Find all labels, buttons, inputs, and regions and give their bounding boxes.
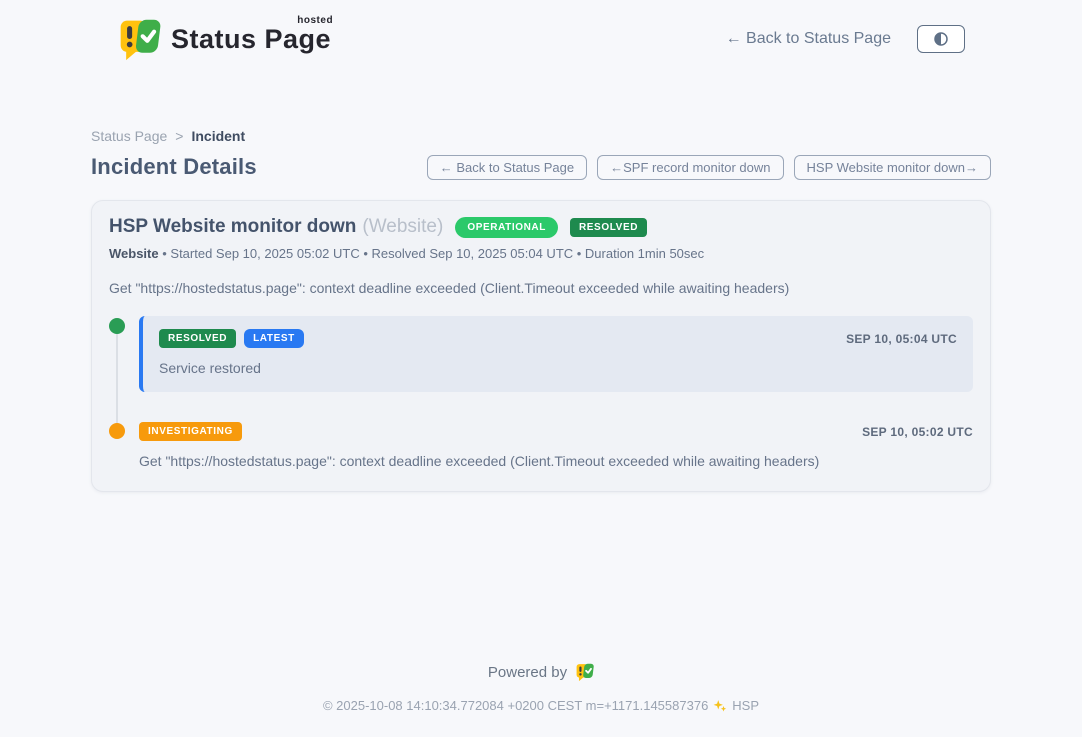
incident-meta-component: Website — [109, 246, 159, 261]
back-to-status-page-button[interactable]: ← Back to Status Page — [427, 155, 587, 180]
header-back-link[interactable]: ← Back to Status Page — [726, 30, 891, 48]
page-title: Incident Details — [91, 154, 257, 180]
timeline-connector-line — [116, 332, 118, 429]
incident-meta-details: • Started Sep 10, 2025 05:02 UTC • Resol… — [162, 246, 704, 261]
timeline-message: Get "https://hostedstatus.page": context… — [139, 453, 973, 469]
incident-timeline: RESOLVED LATEST SEP 10, 05:04 UTC Servic… — [109, 316, 973, 469]
incident-card: HSP Website monitor down (Website) OPERA… — [91, 200, 991, 492]
copyright-text: © 2025-10-08 14:10:34.772084 +0200 CEST … — [323, 698, 708, 713]
timeline-message: Service restored — [159, 360, 957, 376]
timeline-latest-update-box: RESOLVED LATEST SEP 10, 05:04 UTC Servic… — [139, 316, 973, 392]
timeline-entry-resolved: RESOLVED LATEST SEP 10, 05:04 UTC Servic… — [109, 316, 973, 392]
incident-nav-buttons: ← Back to Status Page ←SPF record monito… — [427, 155, 991, 180]
header: Status Page hosted ← Back to Status Page — [91, 0, 991, 62]
half-circle-contrast-icon — [932, 30, 950, 48]
sparkles-icon — [713, 699, 727, 713]
brand-logo[interactable]: Status Page hosted — [117, 16, 331, 62]
incident-title: HSP Website monitor down — [109, 216, 356, 238]
incident-meta: Website • Started Sep 10, 2025 05:02 UTC… — [109, 246, 973, 261]
brand-logo-icon — [117, 16, 161, 62]
powered-by-label: Powered by — [488, 664, 567, 681]
footer: Powered by © 2025-10-08 14:10:34.772084 … — [0, 662, 1082, 737]
breadcrumb: Status Page > Incident — [91, 128, 991, 144]
timeline-resolved-badge: RESOLVED — [159, 329, 236, 348]
breadcrumb-incident: Incident — [191, 128, 245, 144]
timeline-dot-green — [109, 318, 125, 334]
brand-name: Status Page hosted — [171, 24, 331, 55]
breadcrumb-status-page[interactable]: Status Page — [91, 128, 167, 144]
timeline-timestamp: SEP 10, 05:02 UTC — [862, 425, 973, 439]
timeline-investigating-badge: INVESTIGATING — [139, 422, 242, 441]
timeline-timestamp: SEP 10, 05:04 UTC — [846, 332, 957, 346]
timeline-latest-badge: LATEST — [244, 329, 304, 348]
copyright-brand: HSP — [732, 698, 759, 713]
resolved-state-badge: RESOLVED — [570, 218, 647, 237]
operational-status-badge: OPERATIONAL — [455, 217, 558, 238]
copyright-line: © 2025-10-08 14:10:34.772084 +0200 CEST … — [0, 698, 1082, 713]
timeline-dot-orange — [109, 423, 125, 439]
prev-incident-button[interactable]: ←SPF record monitor down — [597, 155, 783, 180]
brand-superscript: hosted — [297, 15, 333, 26]
timeline-entry-investigating: INVESTIGATING SEP 10, 05:02 UTC Get "htt… — [109, 422, 973, 469]
brand-logo-icon[interactable] — [575, 662, 594, 682]
incident-component: (Website) — [362, 216, 443, 238]
next-incident-button[interactable]: HSP Website monitor down→ — [794, 155, 991, 180]
dark-mode-toggle-button[interactable] — [917, 25, 965, 53]
breadcrumb-separator: > — [175, 128, 183, 144]
incident-description: Get "https://hostedstatus.page": context… — [109, 280, 973, 296]
